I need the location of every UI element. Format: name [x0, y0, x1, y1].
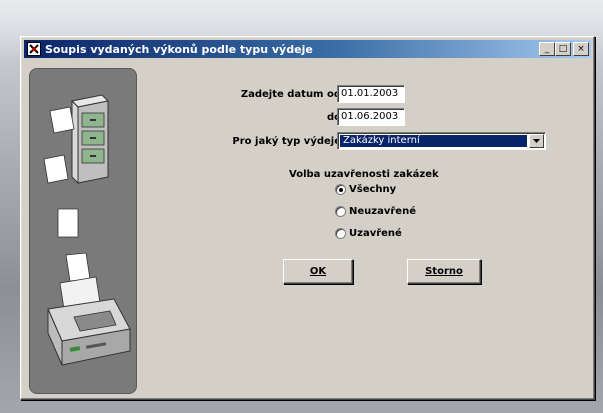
date-from-field[interactable]: 01.01.2003 — [337, 85, 405, 103]
close-button[interactable]: × — [573, 42, 589, 56]
radio-open-label: Neuzavřené — [349, 206, 416, 217]
paper-sheet-icon-4 — [65, 252, 91, 282]
completion-group-title: Volba uzavřenosti zakázek — [289, 169, 439, 180]
report-dialog-window: Soupis vydaných výkonů podle typu výdeje… — [20, 36, 595, 400]
minimize-icon: _ — [544, 43, 550, 54]
radio-open-circle[interactable] — [335, 206, 346, 217]
paper-sheet-icon-2 — [43, 154, 69, 184]
date-to-field[interactable]: 01.06.2003 — [337, 108, 405, 126]
maximize-button[interactable]: □ — [555, 42, 571, 56]
radio-closed[interactable]: Uzavřené — [335, 228, 402, 239]
title-bar[interactable]: Soupis vydaných výkonů podle typu výdeje… — [24, 40, 591, 58]
radio-all-circle[interactable] — [335, 184, 346, 195]
cancel-button[interactable]: Storno — [407, 259, 481, 284]
maximize-icon: □ — [558, 43, 568, 54]
filing-cabinet-icon — [70, 94, 110, 185]
app-icon — [26, 41, 42, 57]
radio-closed-label: Uzavřené — [349, 228, 402, 239]
type-select[interactable]: Zakázky interní — [337, 132, 546, 150]
radio-closed-circle[interactable] — [335, 228, 346, 239]
radio-all[interactable]: Všechny — [335, 184, 396, 195]
type-label: Pro jaký typ výdeje — [232, 136, 341, 147]
date-from-label: Zadejte datum od — [240, 89, 341, 100]
type-select-value: Zakázky interní — [340, 135, 527, 147]
radio-open[interactable]: Neuzavřené — [335, 206, 416, 217]
ok-button[interactable]: OK — [283, 259, 353, 284]
chevron-down-icon — [533, 139, 540, 143]
close-icon: × — [577, 43, 585, 54]
paper-sheet-icon-1 — [49, 106, 75, 134]
title-buttons: _ □ × — [539, 42, 589, 56]
window-title: Soupis vydaných výkonů podle typu výdeje — [45, 42, 313, 56]
decorative-side-panel — [29, 68, 137, 394]
paper-sheet-icon-3 — [57, 208, 79, 238]
minimize-button[interactable]: _ — [539, 42, 555, 56]
date-to-label: do — [326, 112, 341, 123]
radio-selected-dot — [338, 187, 343, 192]
printer-illustration — [43, 94, 131, 366]
printer-icon — [47, 276, 131, 366]
type-select-dropdown-button[interactable] — [529, 134, 544, 148]
radio-all-label: Všechny — [349, 184, 397, 195]
